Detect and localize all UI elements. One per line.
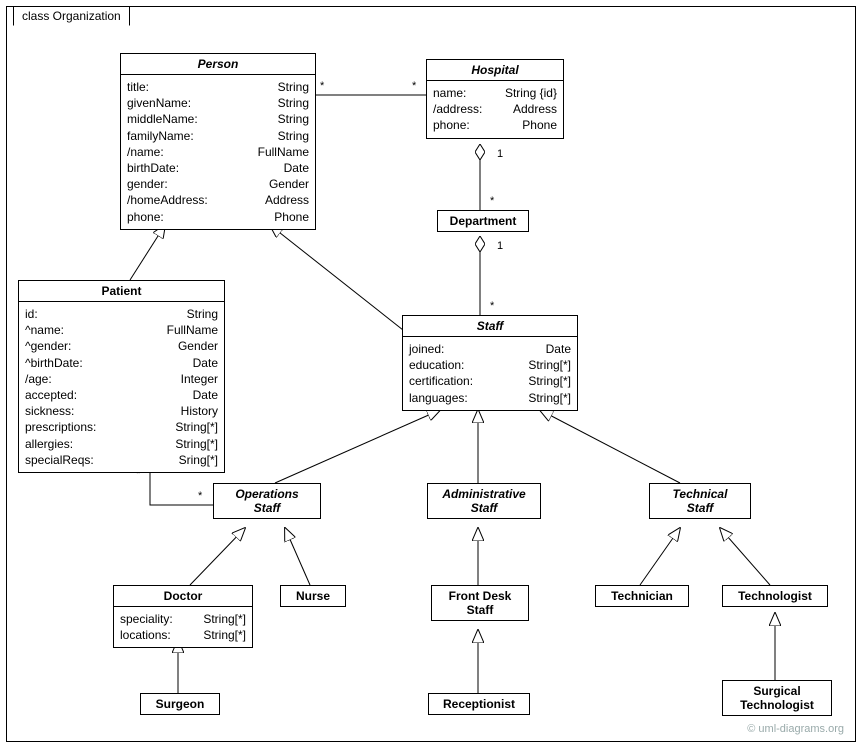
class-person: Person title:StringgivenName:Stringmiddl… [120,53,316,230]
class-doctor-title: Doctor [114,586,252,607]
class-surgeon: Surgeon [140,693,220,715]
class-nurse-title: Nurse [281,586,345,606]
class-ops-title: OperationsStaff [214,484,320,518]
class-tech-title: TechnicalStaff [650,484,750,518]
class-department: Department [437,210,529,232]
mult-person-hospital-left: * [320,80,324,92]
class-person-body: title:StringgivenName:StringmiddleName:S… [121,75,315,229]
watermark: © uml-diagrams.org [747,723,844,735]
class-surgtech: SurgicalTechnologist [722,680,832,716]
class-hospital-title: Hospital [427,60,563,81]
class-tech: TechnicalStaff [649,483,751,519]
mult-person-hospital-right: * [412,80,416,92]
class-doctor-body: speciality:String[*]locations:String[*] [114,607,252,647]
class-patient: Patient id:String^name:FullName^gender:G… [18,280,225,473]
mult-hospital-dept-1: 1 [497,148,503,160]
class-technologist-title: Technologist [723,586,827,606]
class-technologist: Technologist [722,585,828,607]
class-frontdesk-title: Front DeskStaff [432,586,528,620]
class-technician-title: Technician [596,586,688,606]
class-staff-body: joined:Dateeducation:String[*]certificat… [403,337,577,410]
class-surgeon-title: Surgeon [141,694,219,714]
class-hospital: Hospital name:String {id}/address:Addres… [426,59,564,139]
class-admin-title: AdministrativeStaff [428,484,540,518]
mult-hospital-dept-star: * [490,195,494,207]
class-technician: Technician [595,585,689,607]
class-nurse: Nurse [280,585,346,607]
class-department-title: Department [438,211,528,231]
class-ops: OperationsStaff [213,483,321,519]
mult-dept-staff-1: 1 [497,240,503,252]
class-surgtech-title: SurgicalTechnologist [723,681,831,715]
class-patient-body: id:String^name:FullName^gender:Gender^bi… [19,302,224,472]
class-staff: Staff joined:Dateeducation:String[*]cert… [402,315,578,411]
class-person-title: Person [121,54,315,75]
mult-dept-staff-star: * [490,300,494,312]
class-patient-title: Patient [19,281,224,302]
class-staff-title: Staff [403,316,577,337]
class-admin: AdministrativeStaff [427,483,541,519]
class-doctor: Doctor speciality:String[*]locations:Str… [113,585,253,648]
mult-patient-ops-right: * [198,490,202,502]
class-hospital-body: name:String {id}/address:Addressphone:Ph… [427,81,563,138]
class-receptionist-title: Receptionist [429,694,529,714]
class-frontdesk: Front DeskStaff [431,585,529,621]
class-receptionist: Receptionist [428,693,530,715]
